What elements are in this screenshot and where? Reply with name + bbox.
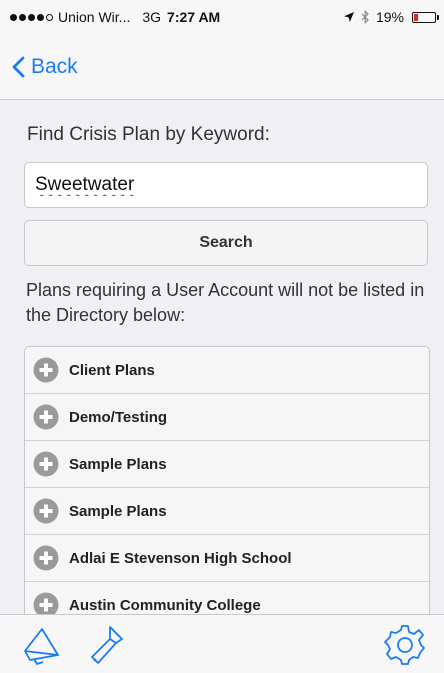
plan-label: Demo/Testing [69,408,168,426]
navigation-bar: Back [0,34,444,100]
bottom-toolbar [0,614,444,673]
plus-circle-icon [33,592,59,614]
plan-list-item[interactable]: Adlai E Stevenson High School [25,535,429,582]
plan-label: Client Plans [69,361,155,379]
gear-icon[interactable] [382,622,428,668]
plan-directory-list: Client Plans Demo/Testing Sample Plans S… [24,346,430,614]
bluetooth-icon [361,10,369,24]
plan-label: Sample Plans [69,502,167,520]
flashlight-icon[interactable] [88,623,128,667]
plus-circle-icon [33,451,59,477]
battery-icon [412,11,439,23]
plan-list-item[interactable]: Sample Plans [25,488,429,535]
search-label: Find Crisis Plan by Keyword: [27,124,270,145]
directory-note: Plans requiring a User Account will not … [26,280,425,325]
plus-circle-icon [33,357,59,383]
plus-circle-icon [33,498,59,524]
plan-label: Adlai E Stevenson High School [69,549,292,567]
location-arrow-icon [343,12,354,22]
back-label: Back [31,54,78,78]
main-content: Find Crisis Plan by Keyword: Search Plan… [0,100,444,614]
carrier-name: Union Wir... [58,9,131,25]
chevron-left-icon [12,56,25,77]
network-type: 3G [142,9,162,25]
plan-label: Austin Community College [69,596,261,614]
plan-list-item[interactable]: Demo/Testing [25,394,429,441]
status-bar: Union Wir... 3G 7:27 AM 19% [0,0,444,34]
plan-list-item[interactable]: Sample Plans [25,441,429,488]
plan-label: Sample Plans [69,455,167,473]
back-button[interactable]: Back [0,55,78,79]
plan-list-item[interactable]: Client Plans [25,347,429,394]
status-time: 7:27 AM [167,9,221,25]
battery-percent: 19% [375,9,404,25]
search-button[interactable]: Search [24,220,428,266]
plan-list-item[interactable]: Austin Community College [25,582,429,614]
signal-strength-icon [10,13,53,21]
plus-circle-icon [33,545,59,571]
search-input[interactable] [24,162,428,208]
plus-circle-icon [33,404,59,430]
megaphone-icon[interactable] [22,625,64,665]
